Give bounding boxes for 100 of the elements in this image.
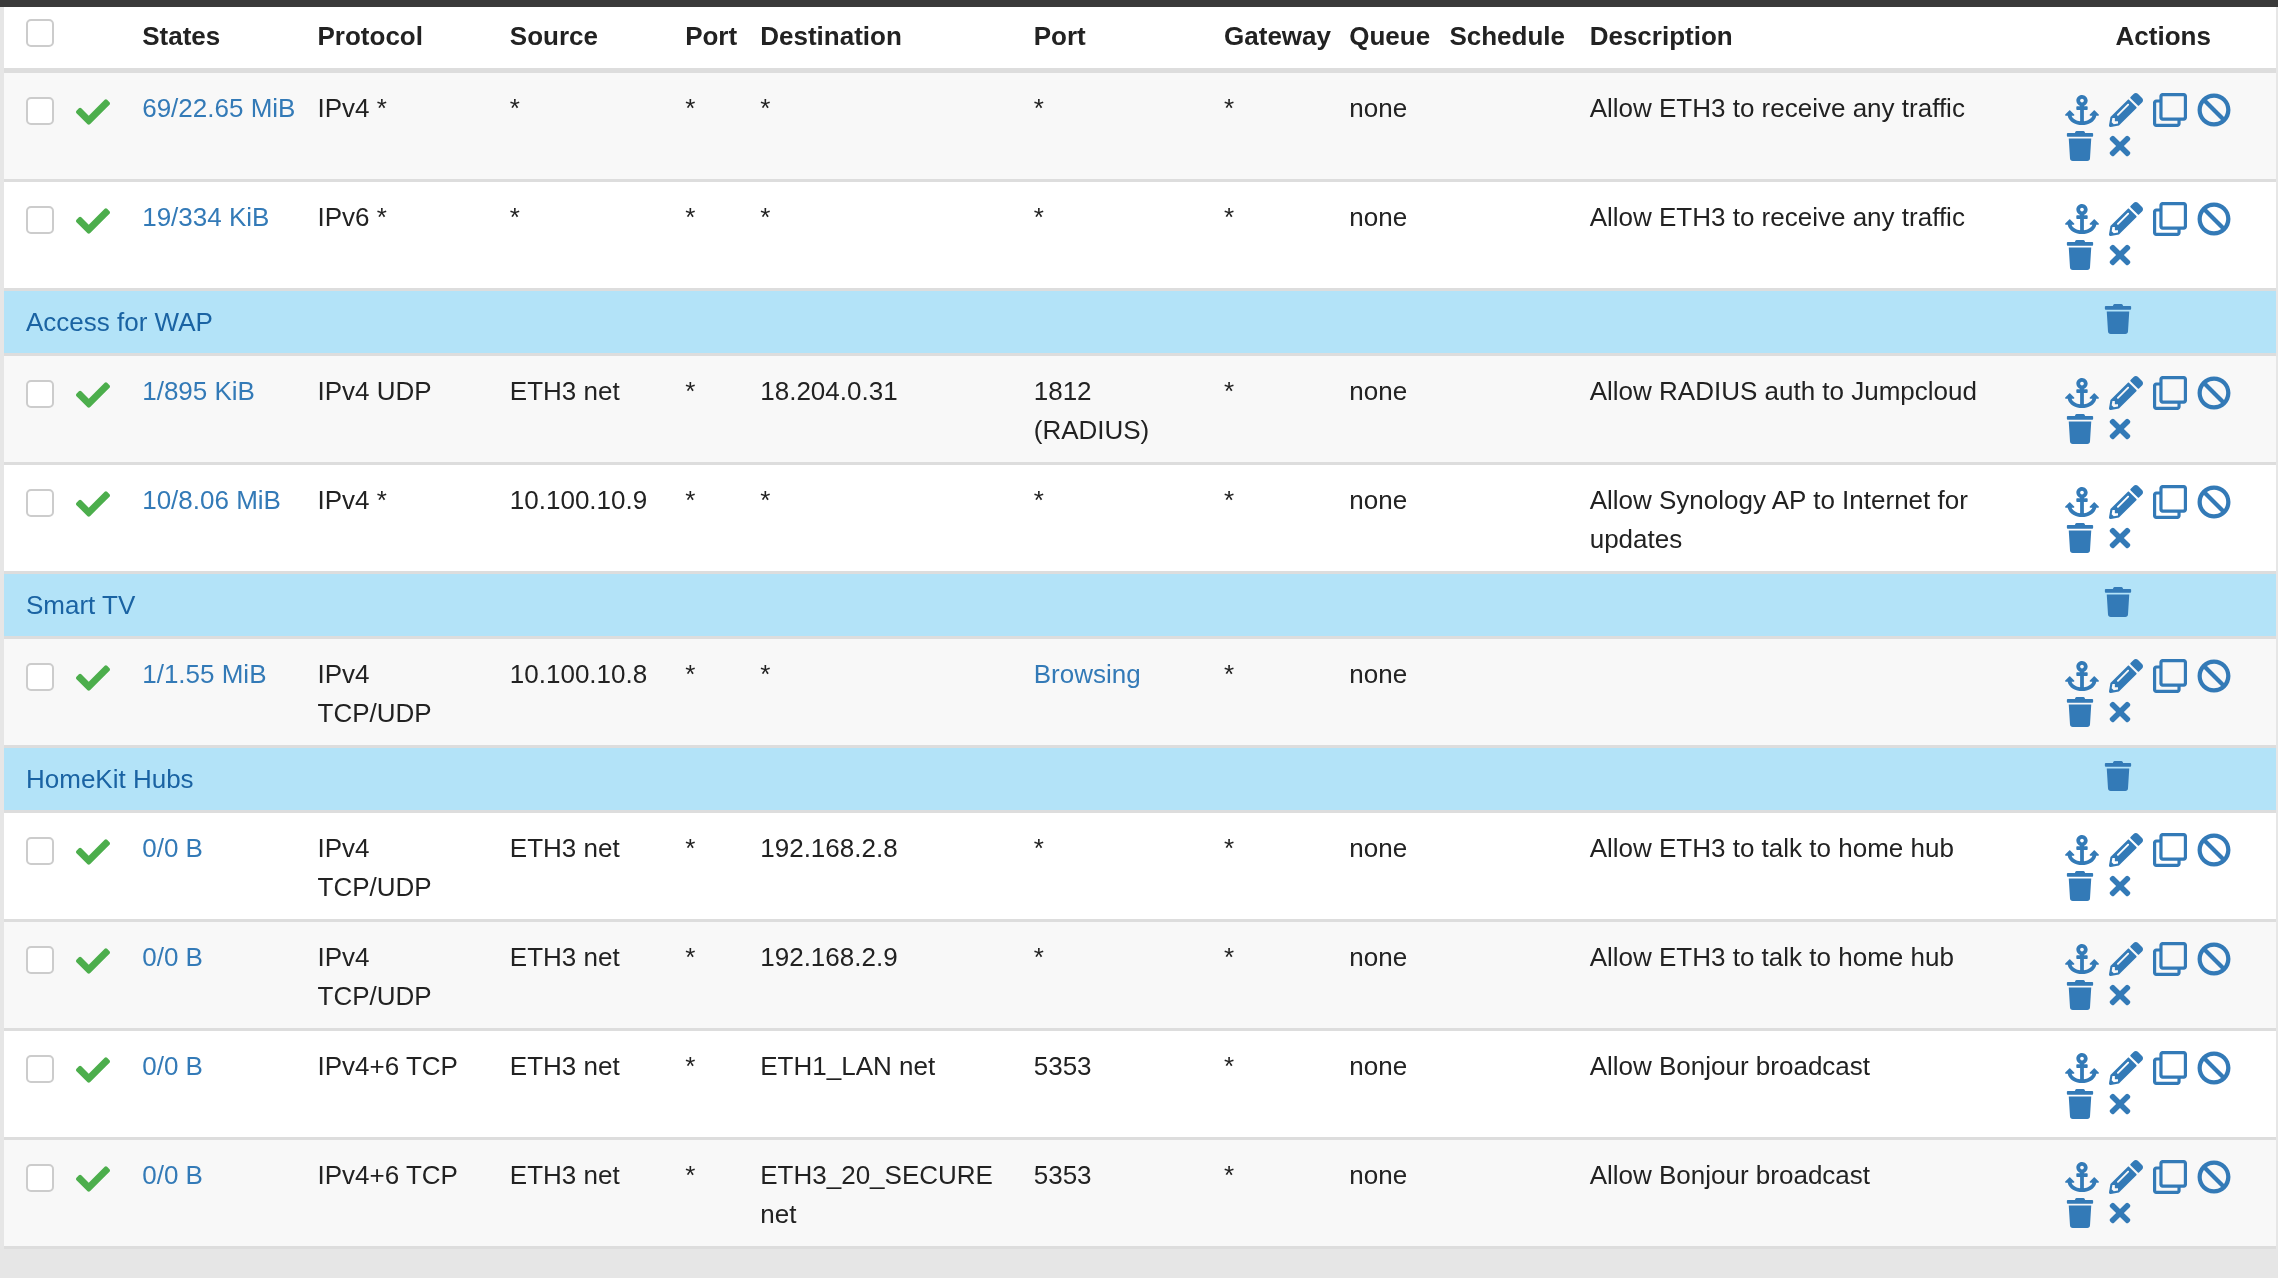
trash-icon[interactable] bbox=[2064, 980, 2095, 1010]
row-checkbox[interactable] bbox=[26, 1055, 54, 1083]
disable-icon[interactable] bbox=[2196, 376, 2231, 410]
table-cell: 192.168.2.9 bbox=[760, 942, 898, 972]
table-cell: none bbox=[1349, 659, 1408, 689]
table-cell: none bbox=[1349, 376, 1408, 406]
disable-icon[interactable] bbox=[2196, 833, 2231, 867]
anchor-icon[interactable] bbox=[2064, 1160, 2099, 1194]
separator-label: Access for WAP bbox=[26, 306, 213, 337]
table-cell: * bbox=[685, 202, 696, 232]
anchor-icon[interactable] bbox=[2064, 93, 2099, 127]
row-checkbox[interactable] bbox=[26, 946, 54, 974]
separator-label: Smart TV bbox=[26, 589, 136, 620]
table-cell: * bbox=[685, 659, 696, 689]
disable-icon[interactable] bbox=[2196, 1160, 2231, 1194]
trash-icon[interactable] bbox=[2102, 760, 2133, 791]
disable-icon[interactable] bbox=[2196, 485, 2231, 519]
column-header: Protocol bbox=[317, 21, 423, 51]
trash-icon[interactable] bbox=[2102, 586, 2133, 617]
table-cell: Allow Bonjour broadcast bbox=[1589, 1051, 1871, 1081]
table-cell: * bbox=[1224, 1051, 1235, 1081]
trash-icon[interactable] bbox=[2064, 414, 2095, 444]
edit-icon[interactable] bbox=[2108, 202, 2143, 236]
table-cell: * bbox=[685, 93, 696, 123]
table-cell: IPv4 TCP/UDP bbox=[317, 942, 432, 1011]
edit-icon[interactable] bbox=[2108, 942, 2143, 976]
table-cell: * bbox=[760, 659, 771, 689]
table-cell: * bbox=[1224, 485, 1235, 515]
table-cell: 10.100.10.8 bbox=[509, 659, 648, 689]
states-link[interactable]: 10/8.06 MiB bbox=[142, 485, 281, 515]
states-link[interactable]: 0/0 B bbox=[142, 833, 203, 863]
table-cell: * bbox=[1224, 93, 1235, 123]
disable-icon[interactable] bbox=[2196, 1051, 2231, 1085]
table-cell: Allow ETH3 to talk to home hub bbox=[1589, 833, 1954, 863]
edit-icon[interactable] bbox=[2108, 1160, 2143, 1194]
column-header: Destination bbox=[760, 21, 902, 51]
port-alias-link[interactable]: Browsing bbox=[1033, 659, 1141, 689]
states-link[interactable]: 1/895 KiB bbox=[142, 376, 255, 406]
table-cell: 5353 bbox=[1033, 1160, 1092, 1190]
trash-icon[interactable] bbox=[2064, 240, 2095, 270]
edit-icon[interactable] bbox=[2108, 1051, 2143, 1085]
trash-icon[interactable] bbox=[2064, 131, 2095, 161]
anchor-icon[interactable] bbox=[2064, 942, 2099, 976]
anchor-icon[interactable] bbox=[2064, 376, 2099, 410]
table-cell: ETH3 net bbox=[509, 833, 620, 863]
row-checkbox[interactable] bbox=[26, 663, 54, 691]
table-cell: * bbox=[685, 485, 696, 515]
disable-icon[interactable] bbox=[2196, 942, 2231, 976]
states-link[interactable]: 1/1.55 MiB bbox=[142, 659, 267, 689]
table-cell: ETH3 net bbox=[509, 1160, 620, 1190]
trash-icon[interactable] bbox=[2064, 1198, 2095, 1228]
table-cell: * bbox=[685, 1051, 696, 1081]
anchor-icon[interactable] bbox=[2064, 659, 2099, 693]
states-link[interactable]: 0/0 B bbox=[142, 942, 203, 972]
anchor-icon[interactable] bbox=[2064, 833, 2099, 867]
states-link[interactable]: 0/0 B bbox=[142, 1160, 203, 1190]
states-link[interactable]: 19/334 KiB bbox=[142, 202, 270, 232]
anchor-icon[interactable] bbox=[2064, 202, 2099, 236]
disable-icon[interactable] bbox=[2196, 659, 2231, 693]
select-all-checkbox[interactable] bbox=[26, 19, 54, 47]
copy-icon[interactable] bbox=[2152, 202, 2187, 236]
copy-icon[interactable] bbox=[2152, 659, 2187, 693]
disable-icon[interactable] bbox=[2196, 93, 2231, 127]
row-checkbox[interactable] bbox=[26, 206, 54, 234]
trash-icon[interactable] bbox=[2064, 523, 2095, 553]
row-checkbox[interactable] bbox=[26, 489, 54, 517]
copy-icon[interactable] bbox=[2152, 93, 2187, 127]
table-cell: 5353 bbox=[1033, 1051, 1092, 1081]
copy-icon[interactable] bbox=[2152, 833, 2187, 867]
states-link[interactable]: 69/22.65 MiB bbox=[142, 93, 296, 123]
edit-icon[interactable] bbox=[2108, 659, 2143, 693]
edit-icon[interactable] bbox=[2108, 93, 2143, 127]
table-cell: * bbox=[1033, 93, 1044, 123]
edit-icon[interactable] bbox=[2108, 485, 2143, 519]
anchor-icon[interactable] bbox=[2064, 485, 2099, 519]
copy-icon[interactable] bbox=[2152, 485, 2187, 519]
row-checkbox[interactable] bbox=[26, 837, 54, 865]
table-cell: Allow RADIUS auth to Jumpcloud bbox=[1589, 376, 1977, 406]
copy-icon[interactable] bbox=[2152, 1051, 2187, 1085]
edit-icon[interactable] bbox=[2108, 376, 2143, 410]
copy-icon[interactable] bbox=[2152, 1160, 2187, 1194]
row-checkbox[interactable] bbox=[26, 380, 54, 408]
column-header: Gateway bbox=[1224, 21, 1331, 51]
trash-icon[interactable] bbox=[2102, 303, 2133, 334]
states-link[interactable]: 0/0 B bbox=[142, 1051, 203, 1081]
row-checkbox[interactable] bbox=[26, 1164, 54, 1192]
trash-icon[interactable] bbox=[2064, 871, 2095, 901]
table-cell: ETH3 net bbox=[509, 942, 620, 972]
table-cell: * bbox=[685, 1160, 696, 1190]
table-cell: ETH3 net bbox=[509, 1051, 620, 1081]
row-checkbox[interactable] bbox=[26, 97, 54, 125]
separator-label: HomeKit Hubs bbox=[26, 763, 194, 794]
trash-icon[interactable] bbox=[2064, 1089, 2095, 1119]
edit-icon[interactable] bbox=[2108, 833, 2143, 867]
trash-icon[interactable] bbox=[2064, 697, 2095, 727]
anchor-icon[interactable] bbox=[2064, 1051, 2099, 1085]
copy-icon[interactable] bbox=[2152, 942, 2187, 976]
disable-icon[interactable] bbox=[2196, 202, 2231, 236]
copy-icon[interactable] bbox=[2152, 376, 2187, 410]
table-cell: IPv6 * bbox=[317, 202, 387, 232]
